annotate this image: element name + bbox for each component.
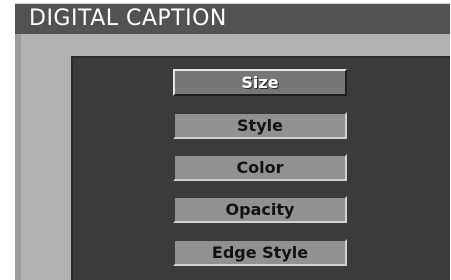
- menu-item-style[interactable]: Style: [173, 112, 347, 139]
- title-bar: DIGITAL CAPTION: [15, 4, 450, 34]
- menu-frame: DIGITAL CAPTION Size Style Color Opacity…: [15, 3, 450, 280]
- menu-item-size[interactable]: Size: [173, 69, 347, 96]
- digital-caption-screen: DIGITAL CAPTION Size Style Color Opacity…: [0, 0, 451, 280]
- frame-left-rail: [15, 34, 21, 280]
- menu-item-edge-style[interactable]: Edge Style: [173, 239, 347, 266]
- menu-item-color[interactable]: Color: [173, 154, 347, 181]
- menu-item-opacity[interactable]: Opacity: [173, 196, 347, 223]
- page-title: DIGITAL CAPTION: [29, 6, 227, 31]
- menu-panel: Size Style Color Opacity Edge Style: [71, 56, 450, 280]
